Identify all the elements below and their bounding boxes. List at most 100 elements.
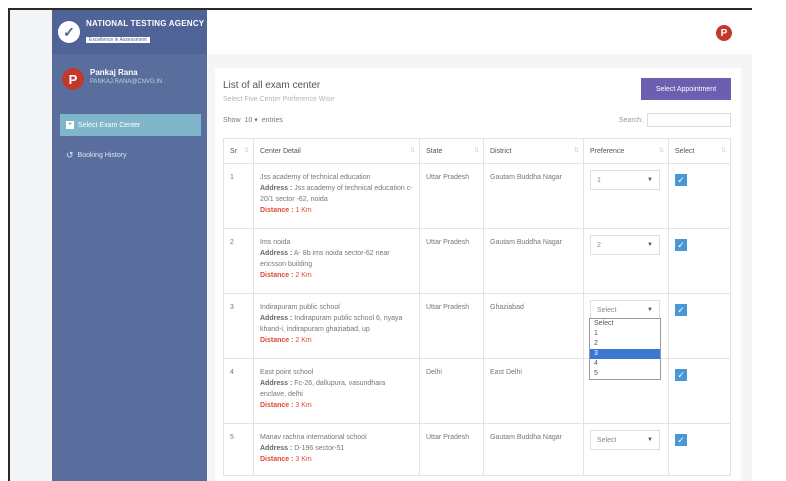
cell-district: East Delhi [483, 358, 584, 424]
preference-select[interactable]: 2 ▼ [590, 235, 660, 255]
sort-icon: ⇅ [409, 148, 415, 154]
cell-center-detail: Manav rachna international school Addres… [253, 423, 420, 476]
center-name: Manav rachna international school [260, 434, 367, 441]
distance-label: Distance : [260, 337, 294, 344]
center-name: East point school [260, 369, 314, 376]
user-name: Pankaj Rana [90, 68, 138, 77]
preference-dropdown-list: Select 1 2 3 4 5 [589, 318, 661, 380]
nav-select-exam-center[interactable]: + Select Exam Center [60, 114, 201, 136]
cell-sr: 4 [223, 358, 254, 424]
column-header-state[interactable]: State ⇅ [419, 138, 484, 164]
dropdown-option[interactable]: 5 [590, 369, 660, 379]
center-address: D-196 sector-51 [294, 445, 345, 452]
brand-name: NATIONAL TESTING AGENCY [86, 18, 205, 28]
sort-icon: ⇅ [658, 148, 664, 154]
cell-preference: Select ▼ Select 1 2 3 4 5 [583, 293, 669, 380]
cell-state: Delhi [419, 358, 484, 424]
column-header-select[interactable]: Select ⇅ [668, 138, 731, 164]
user-email: PANKAJ.RANA@CNVG.IN [90, 79, 163, 85]
distance-label: Distance : [260, 402, 294, 409]
page-subtitle: Select Five Center Preference Wise [223, 96, 335, 103]
entries-select[interactable]: 10 ▾ [245, 116, 258, 124]
avatar: P [62, 68, 84, 90]
address-label: Address : [260, 315, 293, 322]
center-distance: 2 Km [295, 337, 312, 344]
cell-select: ✓ [668, 423, 731, 476]
user-profile: P Pankaj Rana PANKAJ.RANA@CNVG.IN [52, 54, 207, 90]
exam-center-table: Sr ⇅ Center Detail ⇅ State ⇅ District ⇅ Pref… [223, 138, 731, 476]
select-checkbox[interactable]: ✓ [675, 434, 687, 446]
address-label: Address : [260, 380, 293, 387]
sort-icon: ⇅ [720, 148, 726, 154]
history-icon: ↺ [66, 150, 74, 160]
sort-icon: ⇅ [243, 148, 249, 154]
nav-label: Booking History [77, 152, 127, 159]
table-row: 3 Indirapuram public school Address : In… [223, 293, 731, 380]
preference-value: 2 [597, 241, 601, 249]
cell-state: Uttar Pradesh [419, 163, 484, 229]
profile-menu-avatar[interactable]: P [716, 25, 732, 41]
center-name: Ims noida [260, 239, 291, 246]
preference-select[interactable]: Select ▼ [590, 430, 660, 450]
center-name: Jss academy of technical education [260, 174, 371, 181]
table-row: 1 Jss academy of technical education Add… [223, 163, 731, 229]
cell-state: Uttar Pradesh [419, 228, 484, 294]
cell-select: ✓ [668, 293, 731, 359]
table-header-row: Sr ⇅ Center Detail ⇅ State ⇅ District ⇅ Pref… [223, 138, 731, 164]
top-bar: P [207, 10, 752, 54]
cell-district: Gautam Buddha Nagar [483, 163, 584, 229]
sort-icon: ⇅ [473, 148, 479, 154]
search-control: Search: [619, 113, 731, 127]
address-label: Address : [260, 250, 293, 257]
address-label: Address : [260, 445, 293, 452]
dropdown-option[interactable]: 2 [590, 339, 660, 349]
center-distance: 1 Km [295, 207, 312, 214]
page-title: List of all exam center [223, 80, 321, 91]
search-input[interactable] [647, 113, 731, 127]
checkmark-logo-icon: ✓ [58, 21, 80, 43]
table-row: 2 Ims noida Address : A- 8b ims noida se… [223, 228, 731, 294]
chevron-down-icon: ▼ [647, 436, 653, 443]
column-header-center-detail[interactable]: Center Detail ⇅ [253, 138, 420, 164]
sort-icon: ⇅ [573, 148, 579, 154]
table-row: 5 Manav rachna international school Addr… [223, 423, 731, 476]
nav-label: Select Exam Center [78, 121, 141, 129]
entries-value: 10 [244, 117, 253, 124]
nav-booking-history[interactable]: ↺ Booking History [66, 150, 207, 161]
cell-select: ✓ [668, 163, 731, 229]
center-distance: 2 Km [295, 272, 312, 279]
chevron-down-icon: ▼ [647, 176, 653, 183]
cell-sr: 5 [223, 423, 254, 476]
preference-value: Select [597, 436, 617, 444]
exam-center-card: List of all exam center Select Five Cent… [215, 68, 741, 481]
preference-value: 1 [597, 176, 601, 184]
cell-sr: 1 [223, 163, 254, 229]
dropdown-option[interactable]: 4 [590, 359, 660, 369]
entries-label: entries [261, 116, 283, 124]
distance-label: Distance : [260, 272, 294, 279]
column-header-preference[interactable]: Preference ⇅ [583, 138, 669, 164]
select-checkbox[interactable]: ✓ [675, 304, 687, 316]
center-distance: 3 Km [295, 456, 312, 463]
cell-district: Gautam Buddha Nagar [483, 423, 584, 476]
address-label: Address : [260, 185, 293, 192]
cell-district: Ghaziabad [483, 293, 584, 359]
select-appointment-button[interactable]: Select Appointment [641, 78, 731, 100]
preference-select[interactable]: Select ▼ [590, 300, 660, 320]
cell-preference: Select ▼ [583, 423, 669, 476]
cell-select: ✓ [668, 228, 731, 294]
dropdown-option[interactable]: 1 [590, 329, 660, 339]
select-checkbox[interactable]: ✓ [675, 239, 687, 251]
column-header-sr[interactable]: Sr ⇅ [223, 138, 254, 164]
center-name: Indirapuram public school [260, 304, 340, 311]
select-checkbox[interactable]: ✓ [675, 174, 687, 186]
dropdown-option[interactable]: Select [590, 319, 660, 329]
plus-icon: + [66, 121, 74, 129]
preference-select[interactable]: 1 ▼ [590, 170, 660, 190]
cell-sr: 3 [223, 293, 254, 359]
column-header-district[interactable]: District ⇅ [483, 138, 584, 164]
select-checkbox[interactable]: ✓ [675, 369, 687, 381]
cell-district: Gautam Buddha Nagar [483, 228, 584, 294]
dropdown-option-highlighted[interactable]: 3 [590, 349, 660, 359]
cell-center-detail: Jss academy of technical education Addre… [253, 163, 420, 229]
